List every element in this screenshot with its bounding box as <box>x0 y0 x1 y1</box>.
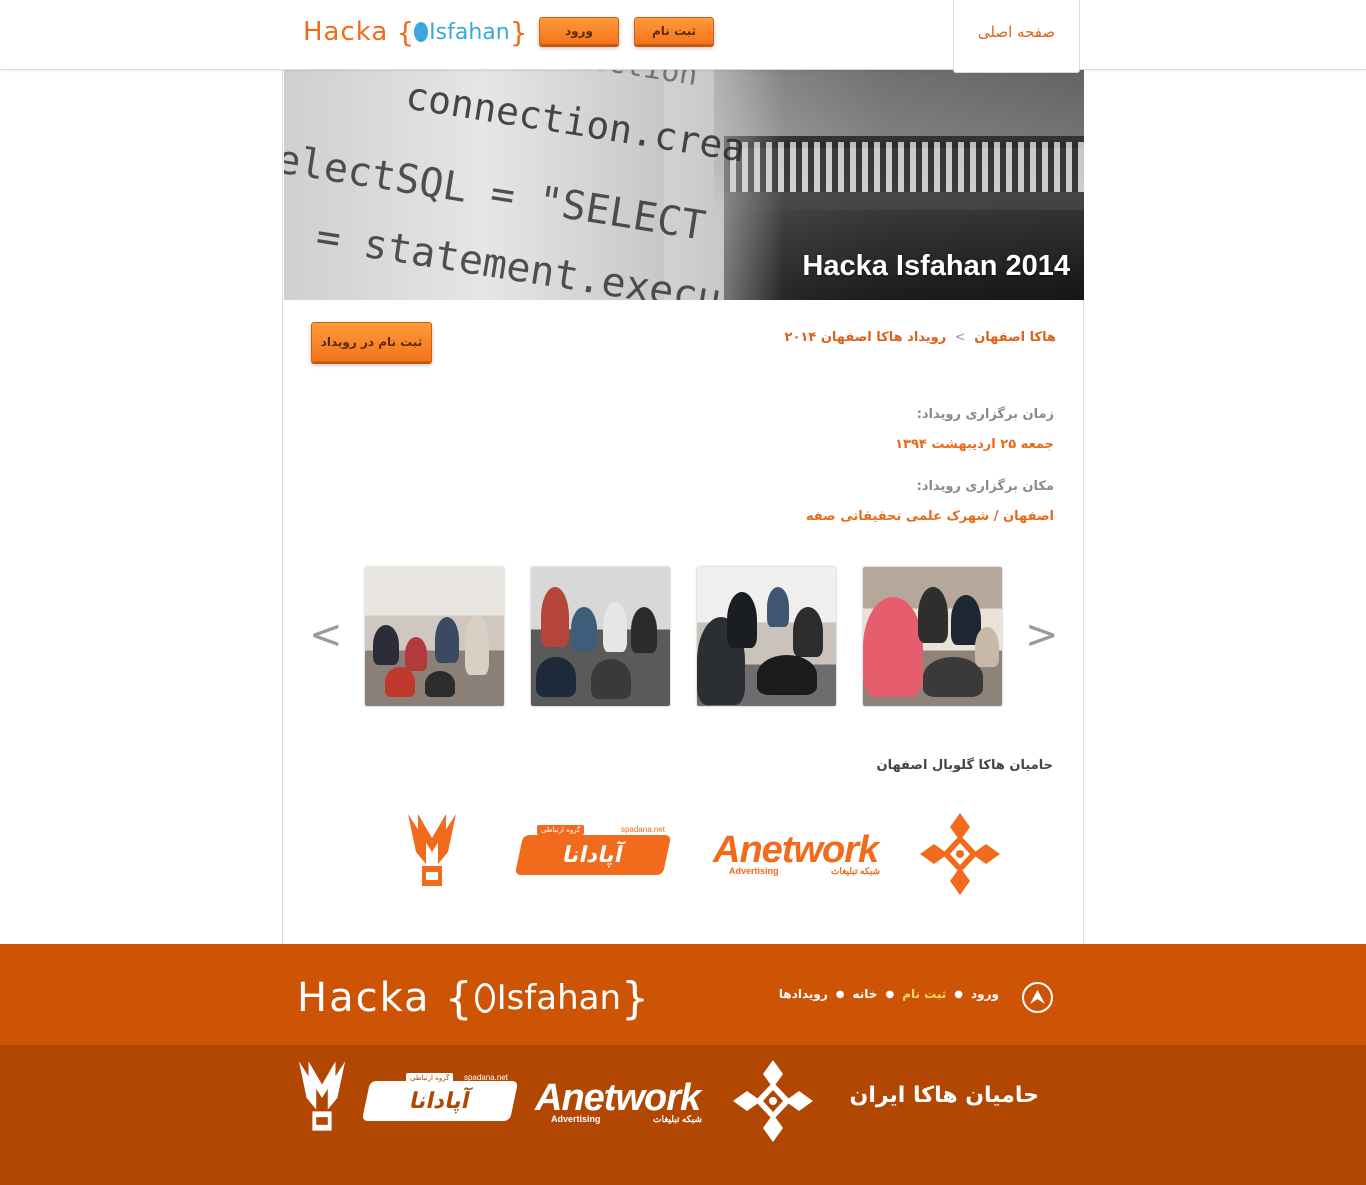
footer-globe-icon <box>474 983 495 1013</box>
hero-banner: setConnection connection.crea electSQL =… <box>284 70 1084 300</box>
breadcrumb-current[interactable]: رویداد هاکا اصفهان ۲۰۱۴ <box>785 330 947 345</box>
gallery-photo[interactable] <box>863 567 1002 706</box>
hacka-isfahan-logo[interactable]: Hacka { Isfahan } <box>303 14 528 50</box>
gallery-prev-arrow[interactable]: < <box>309 615 343 655</box>
footer-anetwork-wordmark: Anetwork <box>535 1077 701 1119</box>
event-place-value: اصفهان / شهرک علمی تحقیقاتی صفه <box>805 509 1054 524</box>
footer-nav-dot: ● <box>885 988 895 1000</box>
arrow-up-icon <box>1030 990 1045 1004</box>
footer-azad-university-logo[interactable] <box>297 1058 347 1134</box>
footer-nav-login[interactable]: ورود <box>971 987 999 1001</box>
anetwork-sub-en: Advertising <box>729 866 779 876</box>
apadana-tagline: گروه ارتباطی <box>537 825 585 835</box>
event-place-label: مکان برگزاری رویداد: <box>916 479 1054 494</box>
logo-isfahan-text: Isfahan <box>429 19 510 45</box>
apadana-domain: spadana.net <box>620 825 665 834</box>
apadana-logo[interactable]: آپادانا گروه ارتباطی spadana.net <box>514 825 672 877</box>
footer-logo-close-brace: } <box>621 972 650 1024</box>
footer-anetwork-sub-fa: شبکه تبلیغات <box>653 1114 703 1124</box>
footer-apadana-badge: آپادانا <box>361 1081 519 1121</box>
logo-close-brace: } <box>509 15 528 49</box>
gallery-next-arrow[interactable]: > <box>1025 615 1059 655</box>
azad-university-logo[interactable] <box>406 812 458 888</box>
footer-logo[interactable]: Hacka { Isfahan } <box>297 972 649 1024</box>
login-button[interactable]: ورود <box>539 17 619 45</box>
breadcrumb-root-link[interactable]: هاکا اصفهان <box>974 330 1056 345</box>
top-navbar: Hacka { Isfahan } ورود ثبت نام <box>0 0 1366 70</box>
footer-apadana-logo[interactable]: آپادانا گروه ارتباطی spadana.net <box>361 1073 519 1125</box>
footer-top-band <box>0 944 1366 1045</box>
logo-open-brace: { <box>396 15 415 49</box>
footer-anetwork-logo[interactable]: Anetwork Advertising شبکه تبلیغات <box>535 1078 715 1128</box>
anetwork-wordmark: Anetwork <box>713 829 879 871</box>
banner-fade <box>664 70 784 300</box>
footer-logo-open-brace: { <box>444 972 473 1024</box>
footer-apadana-domain: spadana.net <box>463 1073 508 1082</box>
footer-apadana-tagline: گروه ارتباطی <box>406 1073 454 1083</box>
footer-nav-dot: ● <box>954 988 964 1000</box>
apadana-badge: آپادانا <box>514 835 672 875</box>
banner-title: Hacka Isfahan 2014 <box>802 250 1070 282</box>
iran-sponsors-title: حامیان هاکا ایران <box>849 1083 1039 1108</box>
register-button[interactable]: ثبت نام <box>634 17 714 45</box>
scroll-top-button[interactable] <box>1022 982 1053 1013</box>
main-content: setConnection connection.crea electSQL =… <box>282 70 1084 944</box>
footer-nav-events[interactable]: رویدادها <box>779 987 828 1001</box>
footer-logo-hacka-text: Hacka <box>297 975 431 1021</box>
footer-nav-dot: ● <box>835 988 845 1000</box>
gallery-photo[interactable] <box>365 567 504 706</box>
footer-anetwork-sub-en: Advertising <box>551 1114 601 1124</box>
gallery-photo[interactable] <box>531 567 670 706</box>
gallery-photo[interactable] <box>697 567 836 706</box>
footer-logo-isfahan-text: Isfahan <box>496 978 622 1018</box>
globe-icon <box>414 22 429 42</box>
footer-sponsor-emblem-logo[interactable] <box>733 1060 813 1142</box>
breadcrumb-separator: > <box>954 330 966 345</box>
anetwork-sub-fa: شبکه تبلیغات <box>831 866 881 876</box>
footer-nav-register[interactable]: ثبت نام <box>902 987 946 1001</box>
sponsor-emblem-logo[interactable] <box>920 813 1000 895</box>
anetwork-logo[interactable]: Anetwork Advertising شبکه تبلیغات <box>713 830 893 880</box>
sponsors-title: حامیان هاکا گلوبال اصفهان <box>876 758 1054 773</box>
event-time-label: زمان برگزاری رویداد: <box>916 407 1054 422</box>
event-register-button[interactable]: ثبت نام در رویداد <box>311 322 432 362</box>
tab-home[interactable]: صفحه اصلی <box>953 0 1080 73</box>
breadcrumb: هاکا اصفهان > رویداد هاکا اصفهان ۲۰۱۴ <box>785 330 1056 345</box>
logo-hacka-text: Hacka <box>303 17 389 47</box>
footer-nav: ورود ● ثبت نام ● خانه ● رویدادها <box>779 987 999 1001</box>
event-time-value: جمعه ۲۵ اردیبهشت ۱۳۹۴ <box>895 437 1054 452</box>
footer-nav-home[interactable]: خانه <box>853 987 878 1001</box>
